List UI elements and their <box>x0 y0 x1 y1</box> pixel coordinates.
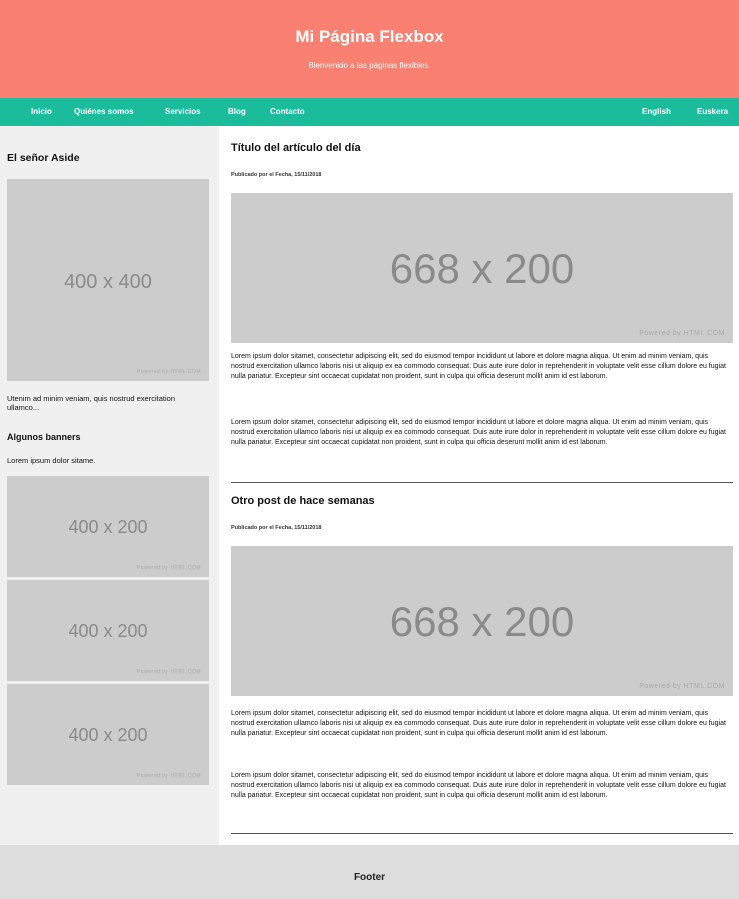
article-2-paragraph-2: Lorem ipsum dolor sitamet, consectetur a… <box>231 772 726 799</box>
article-1-divider <box>231 482 733 483</box>
main-nav: Inicio Quiénes somos Servicios Blog Cont… <box>0 98 739 126</box>
nav-link-servicios[interactable]: Servicios <box>165 107 201 116</box>
banner-2-credit: Powered by HTML.COM <box>137 669 201 675</box>
banners-title: Algunos banners <box>7 432 81 442</box>
site-title: Mi Página Flexbox <box>295 27 444 46</box>
page-footer: Footer <box>0 845 739 899</box>
article-1-paragraph-1: Lorem ipsum dolor sitamet, consectetur a… <box>231 353 726 380</box>
banner-1-label: 400 x 200 <box>68 517 148 537</box>
banner-2[interactable]: 400 x 200 Powered by HTML.COM <box>7 580 209 681</box>
main-content: Título del artículo del día Publicado po… <box>219 126 739 845</box>
banner-1[interactable]: 400 x 200 Powered by HTML.COM <box>7 476 209 577</box>
article-1-image-credit: Powered by HTML.COM <box>639 330 725 337</box>
aside-text: Utenim ad minim veniam, quis nostrud exe… <box>7 394 175 412</box>
article-2-image-credit: Powered by HTML.COM <box>639 683 725 690</box>
article-1-paragraph-2: Lorem ipsum dolor sitamet, consectetur a… <box>231 419 726 446</box>
banner-1-credit: Powered by HTML.COM <box>137 565 201 571</box>
article-2-paragraph-1: Lorem ipsum dolor sitamet, consectetur a… <box>231 710 726 737</box>
banner-3[interactable]: 400 x 200 Powered by HTML.COM <box>7 684 209 785</box>
nav-link-quienes-somos[interactable]: Quiénes somos <box>74 107 134 116</box>
article-2-divider <box>231 833 733 834</box>
sidebar: El señor Aside 400 x 400 Powered by HTML… <box>0 126 219 845</box>
nav-link-euskera[interactable]: Euskera <box>697 107 728 116</box>
article-2-meta: Publicado por el Fecha, 15/11/2018 <box>231 525 322 531</box>
aside-image: 400 x 400 Powered by HTML.COM <box>7 179 209 381</box>
nav-link-blog[interactable]: Blog <box>228 107 246 116</box>
banner-3-credit: Powered by HTML.COM <box>137 773 201 779</box>
banners-text: Lorem ipsum dolor sitame. <box>7 456 96 465</box>
article-1-image-label: 668 x 200 <box>389 245 575 292</box>
page-header: Mi Página Flexbox Bienvenido a las págin… <box>0 0 739 98</box>
article-2-title: Otro post de hace semanas <box>231 495 375 507</box>
aside-image-label: 400 x 400 <box>64 271 152 293</box>
banner-2-label: 400 x 200 <box>68 621 148 641</box>
banner-3-label: 400 x 200 <box>68 725 148 745</box>
nav-link-contacto[interactable]: Contacto <box>270 107 305 116</box>
article-1-title: Título del artículo del día <box>231 142 361 154</box>
article-2-image-label: 668 x 200 <box>389 598 575 645</box>
nav-link-inicio[interactable]: Inicio <box>31 107 52 116</box>
aside-image-credit: Powered by HTML.COM <box>137 369 201 375</box>
footer-text: Footer <box>353 872 386 883</box>
article-1-meta: Publicado por el Fecha, 15/11/2018 <box>231 172 322 178</box>
site-subtitle: Bienvenido a las páginas flexibles. <box>308 61 431 70</box>
article-2-image: 668 x 200 Powered by HTML.COM <box>231 546 733 696</box>
article-1-image: 668 x 200 Powered by HTML.COM <box>231 193 733 343</box>
aside-title: El señor Aside <box>7 152 80 164</box>
nav-link-english[interactable]: English <box>642 107 671 116</box>
